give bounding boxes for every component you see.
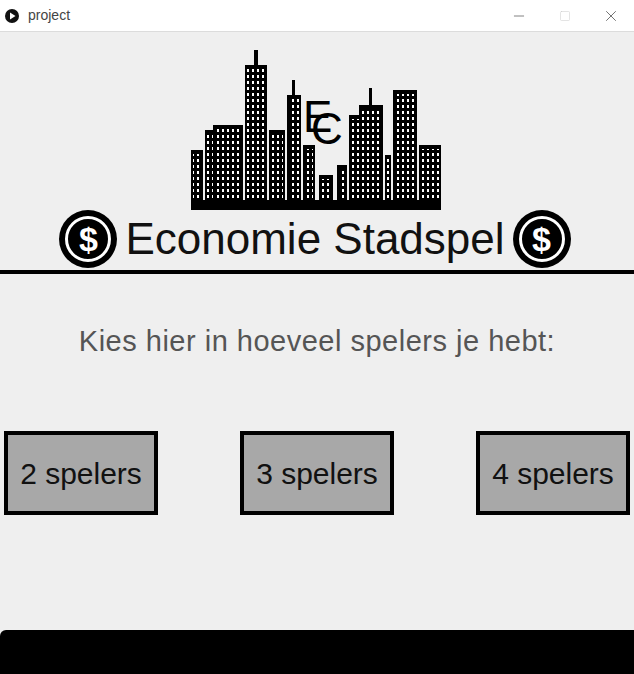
player-buttons: 2 spelers 3 spelers 4 spelers: [0, 431, 634, 515]
window-title: project: [28, 5, 70, 26]
close-button[interactable]: [588, 0, 634, 32]
minimize-button[interactable]: [496, 0, 542, 32]
app-play-icon: [4, 8, 20, 24]
player-count-button[interactable]: 4 spelers: [476, 431, 630, 515]
logo: EC: [0, 50, 634, 210]
city-skyline-logo-icon: EC: [191, 50, 441, 210]
title-row: $Economie Stadspel$: [0, 210, 634, 268]
player-count-button[interactable]: 2 spelers: [4, 431, 158, 515]
divider: [0, 270, 634, 274]
maximize-icon: [559, 10, 571, 22]
title-bar: project: [0, 0, 634, 32]
dollar-coin-icon: $: [513, 210, 571, 268]
logo-letter: C: [311, 104, 343, 153]
bottom-bar: [0, 630, 634, 674]
player-prompt: Kies hier in hoeveel spelers je hebt:: [0, 324, 634, 358]
app-window: projectEC$Economie Stadspel$Kies hier in…: [0, 0, 634, 674]
dollar-coin-icon: $: [59, 210, 117, 268]
maximize-button[interactable]: [542, 0, 588, 32]
close-icon: [602, 7, 620, 25]
player-count-button[interactable]: 3 spelers: [240, 431, 394, 515]
game-title: Economie Stadspel: [125, 217, 504, 261]
minimize-icon: [511, 8, 527, 24]
